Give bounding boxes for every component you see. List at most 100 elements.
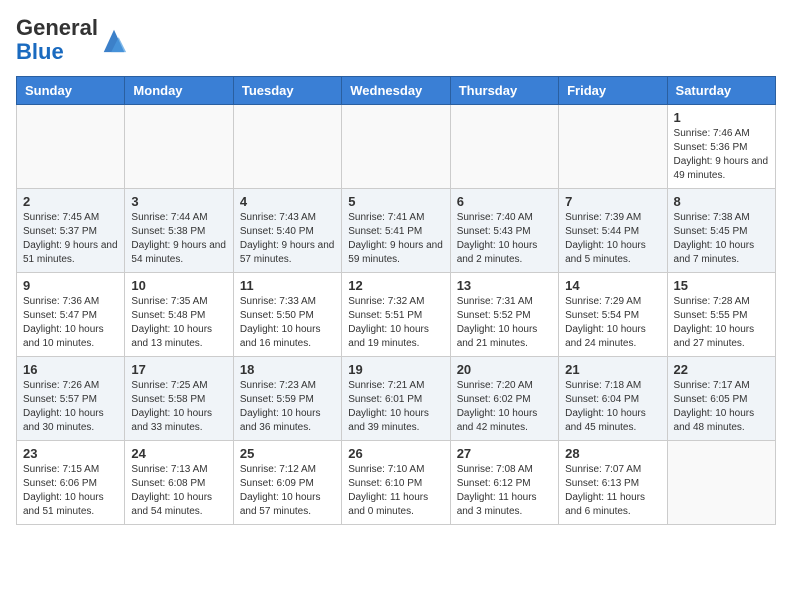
calendar-week-2: 9 Sunrise: 7:36 AM Sunset: 5:47 PM Daylig…	[17, 273, 776, 357]
day-info: Sunrise: 7:15 AM Sunset: 6:06 PM Dayligh…	[23, 463, 118, 519]
day-number: 5	[348, 194, 443, 209]
calendar-cell: 12 Sunrise: 7:32 AM Sunset: 5:51 PM Dayli…	[342, 273, 450, 357]
day-info: Sunrise: 7:26 AM Sunset: 5:57 PM Dayligh…	[23, 379, 118, 435]
calendar-cell: 16Sunrise: 7:26 AM Sunset: 5:57 PM Dayli…	[17, 357, 125, 441]
day-info: Sunrise: 7:21 AM Sunset: 6:01 PM Dayligh…	[348, 379, 443, 435]
day-number: 11	[240, 278, 335, 293]
calendar-cell: 17 Sunrise: 7:25 AM Sunset: 5:58 PM Dayli…	[125, 357, 233, 441]
day-info: Sunrise: 7:18 AM Sunset: 6:04 PM Dayligh…	[565, 379, 660, 435]
weekday-header-friday: Friday	[559, 77, 667, 105]
day-number: 26	[348, 446, 443, 461]
calendar-table: SundayMondayTuesdayWednesdayThursdayFrid…	[16, 76, 776, 525]
calendar-cell: 23 Sunrise: 7:15 AM Sunset: 6:06 PM Dayli…	[17, 441, 125, 525]
calendar-cell: 19 Sunrise: 7:21 AM Sunset: 6:01 PM Dayli…	[342, 357, 450, 441]
day-number: 12	[348, 278, 443, 293]
weekday-header-wednesday: Wednesday	[342, 77, 450, 105]
calendar-week-0: 1 Sunrise: 7:46 AM Sunset: 5:36 PM Daylig…	[17, 105, 776, 189]
calendar-cell	[667, 441, 775, 525]
calendar-cell	[17, 105, 125, 189]
calendar-week-1: 2Sunrise: 7:45 AM Sunset: 5:37 PM Daylig…	[17, 189, 776, 273]
day-info: Sunrise: 7:36 AM Sunset: 5:47 PM Dayligh…	[23, 295, 118, 351]
day-info: Sunrise: 7:29 AM Sunset: 5:54 PM Dayligh…	[565, 295, 660, 351]
day-number: 1	[674, 110, 769, 125]
calendar-cell: 18 Sunrise: 7:23 AM Sunset: 5:59 PM Dayli…	[233, 357, 341, 441]
calendar-cell: 3 Sunrise: 7:44 AM Sunset: 5:38 PM Daylig…	[125, 189, 233, 273]
weekday-header-thursday: Thursday	[450, 77, 558, 105]
day-number: 24	[131, 446, 226, 461]
day-info: Sunrise: 7:10 AM Sunset: 6:10 PM Dayligh…	[348, 463, 443, 519]
day-number: 20	[457, 362, 552, 377]
day-info: Sunrise: 7:46 AM Sunset: 5:36 PM Dayligh…	[674, 127, 769, 183]
day-info: Sunrise: 7:25 AM Sunset: 5:58 PM Dayligh…	[131, 379, 226, 435]
day-number: 28	[565, 446, 660, 461]
calendar-cell: 8 Sunrise: 7:38 AM Sunset: 5:45 PM Daylig…	[667, 189, 775, 273]
day-number: 22	[674, 362, 769, 377]
weekday-header-monday: Monday	[125, 77, 233, 105]
calendar-cell: 4 Sunrise: 7:43 AM Sunset: 5:40 PM Daylig…	[233, 189, 341, 273]
day-info: Sunrise: 7:39 AM Sunset: 5:44 PM Dayligh…	[565, 211, 660, 267]
calendar-cell: 24 Sunrise: 7:13 AM Sunset: 6:08 PM Dayli…	[125, 441, 233, 525]
calendar-cell: 28Sunrise: 7:07 AM Sunset: 6:13 PM Dayli…	[559, 441, 667, 525]
day-number: 4	[240, 194, 335, 209]
logo-icon	[100, 26, 128, 54]
calendar-cell: 22 Sunrise: 7:17 AM Sunset: 6:05 PM Dayli…	[667, 357, 775, 441]
day-number: 14	[565, 278, 660, 293]
day-info: Sunrise: 7:43 AM Sunset: 5:40 PM Dayligh…	[240, 211, 335, 267]
weekday-header-sunday: Sunday	[17, 77, 125, 105]
page-header: General Blue	[16, 16, 776, 64]
day-info: Sunrise: 7:20 AM Sunset: 6:02 PM Dayligh…	[457, 379, 552, 435]
calendar-cell: 13 Sunrise: 7:31 AM Sunset: 5:52 PM Dayli…	[450, 273, 558, 357]
calendar-cell	[125, 105, 233, 189]
calendar-cell: 11 Sunrise: 7:33 AM Sunset: 5:50 PM Dayli…	[233, 273, 341, 357]
logo-general-text: General	[16, 15, 98, 40]
day-info: Sunrise: 7:31 AM Sunset: 5:52 PM Dayligh…	[457, 295, 552, 351]
calendar-cell: 26 Sunrise: 7:10 AM Sunset: 6:10 PM Dayli…	[342, 441, 450, 525]
calendar-cell: 1 Sunrise: 7:46 AM Sunset: 5:36 PM Daylig…	[667, 105, 775, 189]
day-info: Sunrise: 7:32 AM Sunset: 5:51 PM Dayligh…	[348, 295, 443, 351]
day-number: 21	[565, 362, 660, 377]
calendar-week-3: 16Sunrise: 7:26 AM Sunset: 5:57 PM Dayli…	[17, 357, 776, 441]
weekday-header-tuesday: Tuesday	[233, 77, 341, 105]
day-number: 25	[240, 446, 335, 461]
calendar-cell: 14 Sunrise: 7:29 AM Sunset: 5:54 PM Dayli…	[559, 273, 667, 357]
day-number: 18	[240, 362, 335, 377]
weekday-header-saturday: Saturday	[667, 77, 775, 105]
day-number: 19	[348, 362, 443, 377]
day-number: 13	[457, 278, 552, 293]
day-number: 7	[565, 194, 660, 209]
day-info: Sunrise: 7:38 AM Sunset: 5:45 PM Dayligh…	[674, 211, 769, 267]
calendar-cell: 25Sunrise: 7:12 AM Sunset: 6:09 PM Dayli…	[233, 441, 341, 525]
calendar-cell: 10Sunrise: 7:35 AM Sunset: 5:48 PM Dayli…	[125, 273, 233, 357]
day-number: 23	[23, 446, 118, 461]
day-number: 17	[131, 362, 226, 377]
day-number: 27	[457, 446, 552, 461]
day-info: Sunrise: 7:08 AM Sunset: 6:12 PM Dayligh…	[457, 463, 552, 519]
day-info: Sunrise: 7:40 AM Sunset: 5:43 PM Dayligh…	[457, 211, 552, 267]
day-info: Sunrise: 7:41 AM Sunset: 5:41 PM Dayligh…	[348, 211, 443, 267]
calendar-cell	[233, 105, 341, 189]
calendar-week-4: 23 Sunrise: 7:15 AM Sunset: 6:06 PM Dayli…	[17, 441, 776, 525]
day-info: Sunrise: 7:23 AM Sunset: 5:59 PM Dayligh…	[240, 379, 335, 435]
day-info: Sunrise: 7:28 AM Sunset: 5:55 PM Dayligh…	[674, 295, 769, 351]
day-number: 9	[23, 278, 118, 293]
calendar-cell: 7 Sunrise: 7:39 AM Sunset: 5:44 PM Daylig…	[559, 189, 667, 273]
day-info: Sunrise: 7:17 AM Sunset: 6:05 PM Dayligh…	[674, 379, 769, 435]
weekday-header-row: SundayMondayTuesdayWednesdayThursdayFrid…	[17, 77, 776, 105]
day-number: 3	[131, 194, 226, 209]
calendar-cell: 2Sunrise: 7:45 AM Sunset: 5:37 PM Daylig…	[17, 189, 125, 273]
calendar-cell: 9 Sunrise: 7:36 AM Sunset: 5:47 PM Daylig…	[17, 273, 125, 357]
calendar-cell	[342, 105, 450, 189]
calendar-cell: 27 Sunrise: 7:08 AM Sunset: 6:12 PM Dayli…	[450, 441, 558, 525]
day-info: Sunrise: 7:13 AM Sunset: 6:08 PM Dayligh…	[131, 463, 226, 519]
calendar-cell	[559, 105, 667, 189]
day-info: Sunrise: 7:33 AM Sunset: 5:50 PM Dayligh…	[240, 295, 335, 351]
day-info: Sunrise: 7:44 AM Sunset: 5:38 PM Dayligh…	[131, 211, 226, 267]
calendar-cell: 5 Sunrise: 7:41 AM Sunset: 5:41 PM Daylig…	[342, 189, 450, 273]
logo-blue-text: Blue	[16, 39, 64, 64]
logo: General Blue	[16, 16, 128, 64]
day-number: 10	[131, 278, 226, 293]
day-number: 6	[457, 194, 552, 209]
day-number: 8	[674, 194, 769, 209]
day-number: 15	[674, 278, 769, 293]
calendar-cell: 20 Sunrise: 7:20 AM Sunset: 6:02 PM Dayli…	[450, 357, 558, 441]
